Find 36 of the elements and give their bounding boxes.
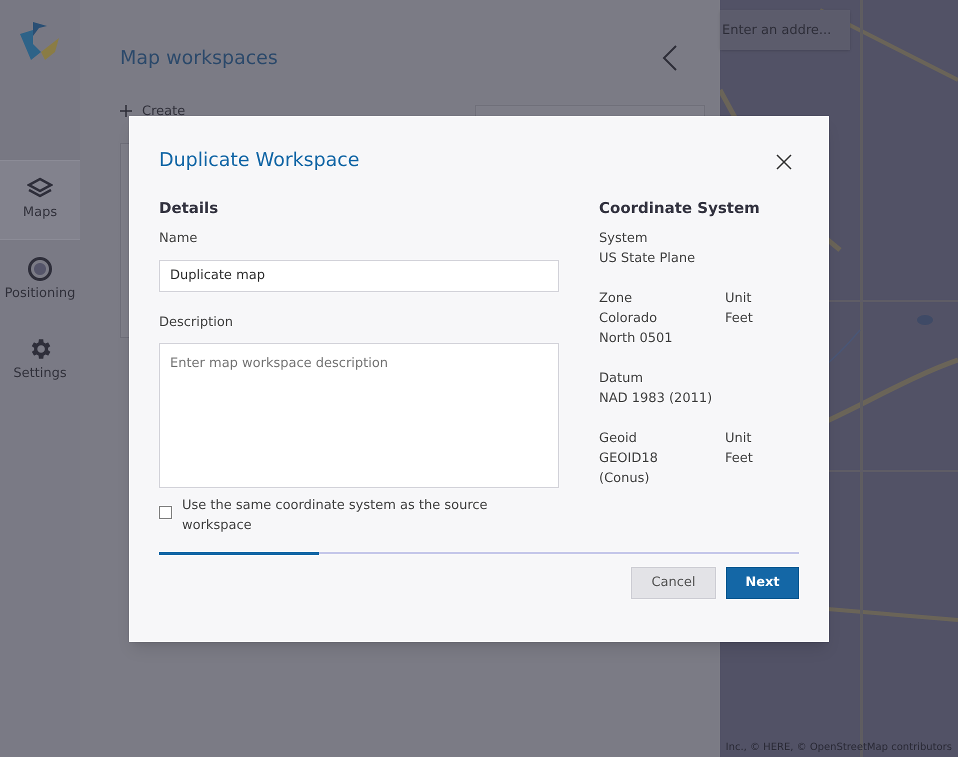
unit-label: Unit (725, 430, 752, 448)
description-label: Description (159, 314, 234, 332)
logo-icon (19, 20, 61, 62)
name-field[interactable]: Duplicate map (159, 260, 559, 292)
sidebar-item[interactable]: Positioning (0, 240, 80, 320)
unit-value: Feet (725, 310, 753, 328)
checkbox[interactable] (159, 506, 172, 519)
details-heading: Details (159, 198, 220, 218)
name-label: Name (159, 230, 198, 248)
next-button[interactable]: Next (726, 567, 799, 599)
cancel-button[interactable]: Cancel (631, 567, 716, 599)
field-value: North 0501 (599, 330, 674, 348)
field-value: Colorado (599, 310, 658, 328)
target-icon (27, 256, 53, 282)
coordinate-system-heading: Coordinate System (599, 198, 760, 218)
plus-icon (120, 104, 132, 116)
field-value: (Conus) (599, 470, 650, 488)
panel-title: Map workspaces (120, 46, 278, 71)
field-label: System (599, 230, 648, 248)
field-label: Geoid (599, 430, 638, 448)
sidebar-item[interactable]: Maps (0, 160, 80, 240)
field-label: Datum (599, 370, 644, 388)
create-button[interactable]: Create (120, 98, 186, 118)
field-label: Zone (599, 290, 634, 308)
sidebar-item[interactable]: Settings (0, 320, 80, 400)
back-chevron-icon[interactable] (662, 44, 678, 72)
field-value: US State Plane (599, 250, 696, 268)
field-value: NAD 1983 (2011) (599, 390, 714, 408)
close-icon (776, 154, 792, 170)
unit-value: Feet (725, 450, 753, 468)
field-value: GEOID18 (599, 450, 659, 468)
close-button[interactable] (776, 154, 792, 170)
description-field[interactable]: Enter map workspace description (159, 343, 559, 488)
checkbox-label: Use the same coordinate system as the source workspace (182, 497, 489, 535)
dialog-title: Duplicate Workspace (159, 148, 360, 173)
unit-label: Unit (725, 290, 752, 308)
